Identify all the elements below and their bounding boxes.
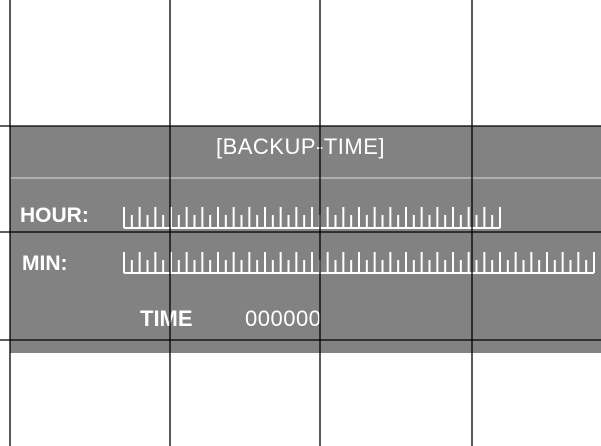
grid-lines	[0, 0, 601, 446]
timeline-overlay	[0, 0, 601, 446]
hour-timeline[interactable]	[123, 207, 501, 229]
minute-timeline[interactable]	[123, 252, 595, 274]
backup-time-screen: [BACKUP-TIME] HOUR: MIN: TIME 000000	[0, 0, 601, 446]
